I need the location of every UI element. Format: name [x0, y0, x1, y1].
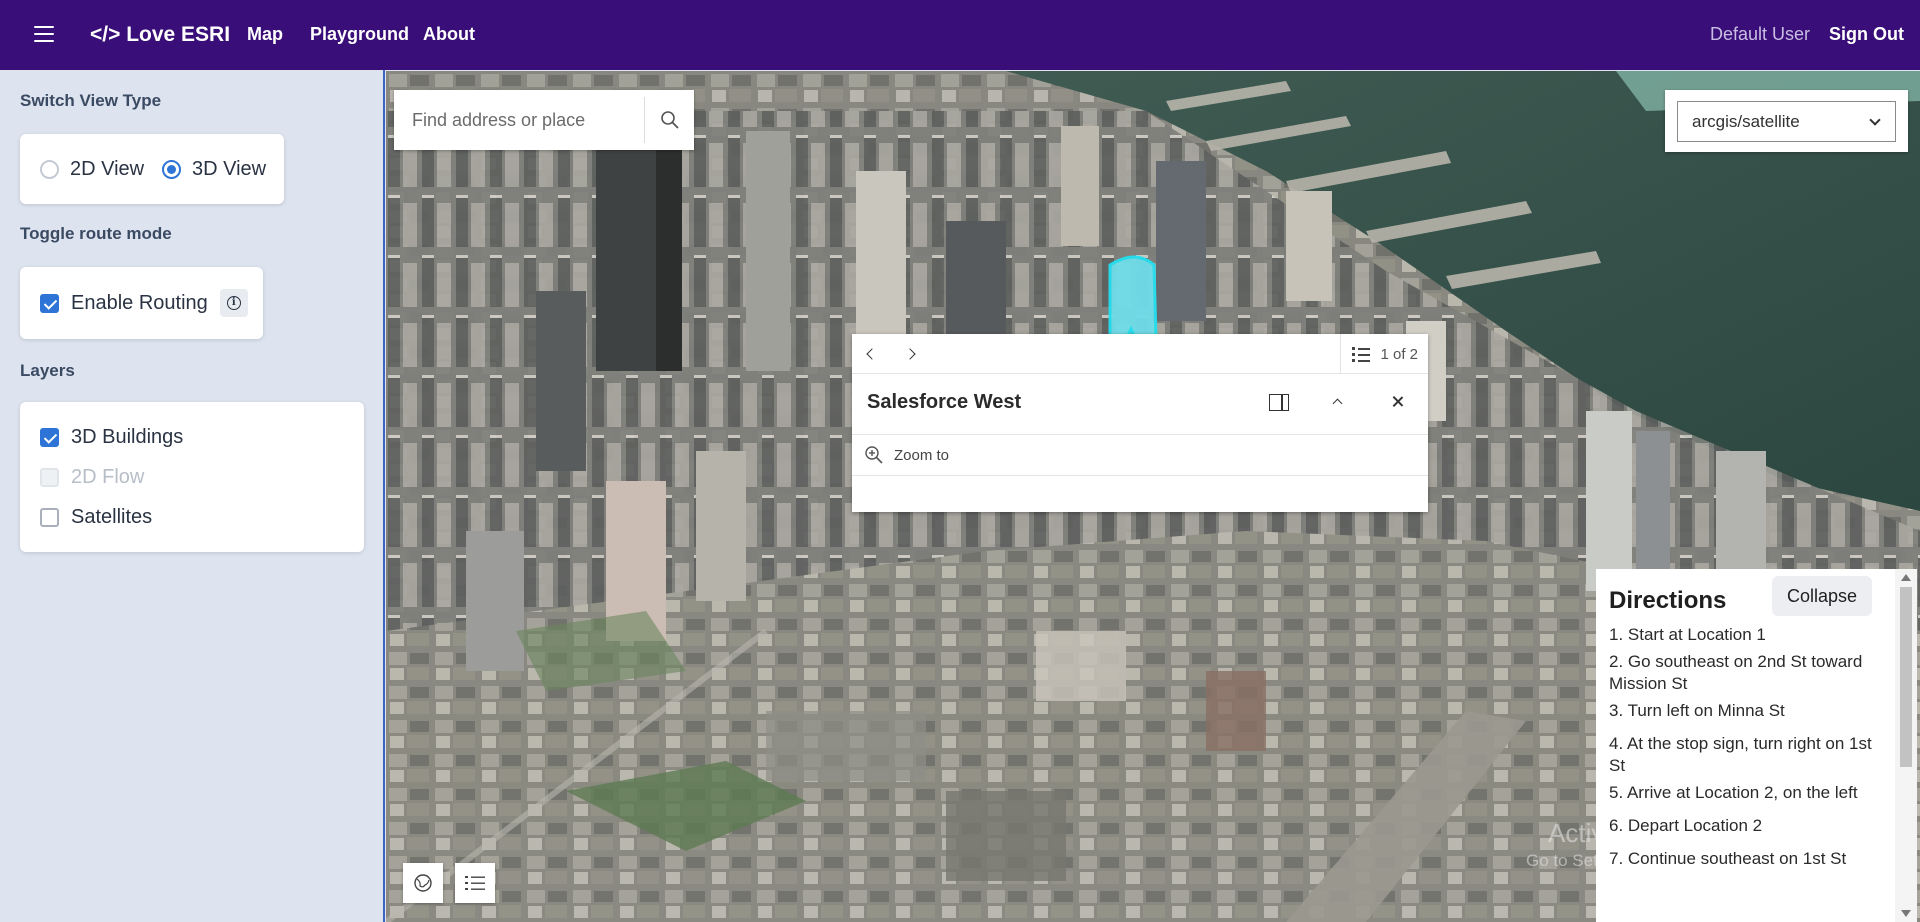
direction-step: 5. Arrive at Location 2, on the left [1609, 783, 1858, 802]
info-icon[interactable]: i [219, 289, 248, 317]
zoom-to-label: Zoom to [894, 446, 950, 464]
direction-step: 6. Depart Location 2 [1609, 816, 1763, 835]
sign-out-button[interactable]: Sign Out [1829, 24, 1904, 45]
route-mode-card: Enable Routing i [20, 267, 263, 339]
user-name: Default User [1710, 24, 1811, 44]
direction-step: 2. Go southeast on 2nd St toward Mission… [1609, 652, 1863, 693]
basemap-select[interactable]: arcgis/satellite [1677, 101, 1896, 142]
search-widget [394, 90, 694, 150]
dock-icon[interactable] [1266, 390, 1290, 414]
popup-actions: Zoom to [852, 434, 1428, 476]
close-icon[interactable] [1386, 390, 1410, 414]
map-view[interactable]: arcgis/satellite 1 of 2 Salesforce West [386, 71, 1920, 922]
directions-title: Directions [1609, 587, 1727, 614]
layer-satellites[interactable]: Satellites [40, 506, 152, 529]
zoom-to-button[interactable]: Zoom to [864, 445, 949, 465]
scroll-down-arrow-icon[interactable] [1901, 910, 1911, 917]
direction-step: 3. Turn left on Minna St [1609, 701, 1785, 720]
list-icon [1352, 346, 1371, 362]
direction-step: 4. At the stop sign, turn right on 1st S… [1609, 734, 1872, 775]
layers-title: Layers [20, 361, 75, 380]
chevron-left-icon[interactable] [860, 344, 880, 364]
scroll-up-arrow-icon[interactable] [1901, 574, 1911, 581]
popup-title: Salesforce West [867, 391, 1022, 413]
layer-satellites-check[interactable] [40, 508, 59, 527]
brand-logo[interactable]: </> Love ESRI [90, 23, 230, 47]
top-navbar: </> Love ESRI Map Playground About Defau… [0, 0, 1920, 70]
enable-routing-check-indicator[interactable] [40, 293, 59, 313]
feature-counter-text: 1 of 2 [1380, 345, 1418, 363]
radio-3d-view-indicator[interactable] [162, 160, 181, 179]
layer-3d-buildings-check[interactable] [40, 428, 59, 447]
basemap-gallery-button[interactable] [403, 863, 443, 903]
radio-3d-view[interactable]: 3D View [162, 158, 266, 181]
view-type-card: 2D View 3D View [20, 134, 284, 204]
basemap-selected-value: arcgis/satellite [1692, 112, 1800, 131]
direction-step: 7. Continue southeast on 1st St [1609, 849, 1847, 868]
nav-map[interactable]: Map [247, 24, 283, 45]
enable-routing-label: Enable Routing [71, 291, 208, 314]
chevron-down-icon [1869, 114, 1881, 126]
layer-list-icon [465, 876, 485, 890]
hamburger-menu-icon[interactable] [34, 26, 54, 44]
feature-counter[interactable]: 1 of 2 [1340, 334, 1428, 374]
popup-navigation: 1 of 2 [852, 334, 1428, 374]
layers-card: 3D Buildings 2D Flow Satellites [20, 402, 364, 552]
basemap-widget: arcgis/satellite [1665, 90, 1908, 152]
layer-satellites-label: Satellites [71, 506, 153, 528]
layer-list-button[interactable] [455, 863, 495, 903]
direction-step: 1. Start at Location 1 [1609, 625, 1766, 644]
zoom-to-icon [865, 446, 883, 464]
nav-about[interactable]: About [423, 24, 475, 45]
radio-2d-view-label: 2D View [70, 158, 145, 180]
radio-3d-view-label: 3D View [192, 158, 267, 180]
layer-3d-buildings[interactable]: 3D Buildings [40, 426, 183, 449]
radio-2d-view-indicator[interactable] [40, 160, 59, 179]
scrollbar-thumb[interactable] [1900, 587, 1912, 767]
collapse-icon[interactable] [1326, 390, 1350, 414]
radio-2d-view[interactable]: 2D View [40, 158, 144, 181]
directions-scrollbar[interactable] [1895, 569, 1917, 922]
enable-routing-checkbox[interactable]: Enable Routing i [40, 289, 248, 317]
route-mode-title: Toggle route mode [20, 224, 172, 243]
search-icon [660, 111, 679, 129]
feature-popup: 1 of 2 Salesforce West Zoom to [852, 334, 1428, 512]
nav-playground[interactable]: Playground [310, 24, 409, 45]
collapse-button[interactable]: Collapse [1772, 576, 1872, 616]
chevron-right-icon[interactable] [900, 344, 920, 364]
sidebar: Switch View Type 2D View 3D View Toggle … [0, 70, 385, 922]
search-input[interactable] [394, 90, 644, 150]
directions-panel: Directions Collapse 1. Start at Location… [1596, 569, 1895, 922]
layer-2d-flow: 2D Flow [40, 466, 144, 489]
basemap-gallery-icon [414, 874, 432, 892]
search-button[interactable] [644, 97, 694, 143]
layer-2d-flow-check [40, 468, 59, 487]
layer-3d-buildings-label: 3D Buildings [71, 426, 184, 448]
view-type-title: Switch View Type [20, 91, 162, 110]
layer-2d-flow-label: 2D Flow [71, 466, 145, 488]
